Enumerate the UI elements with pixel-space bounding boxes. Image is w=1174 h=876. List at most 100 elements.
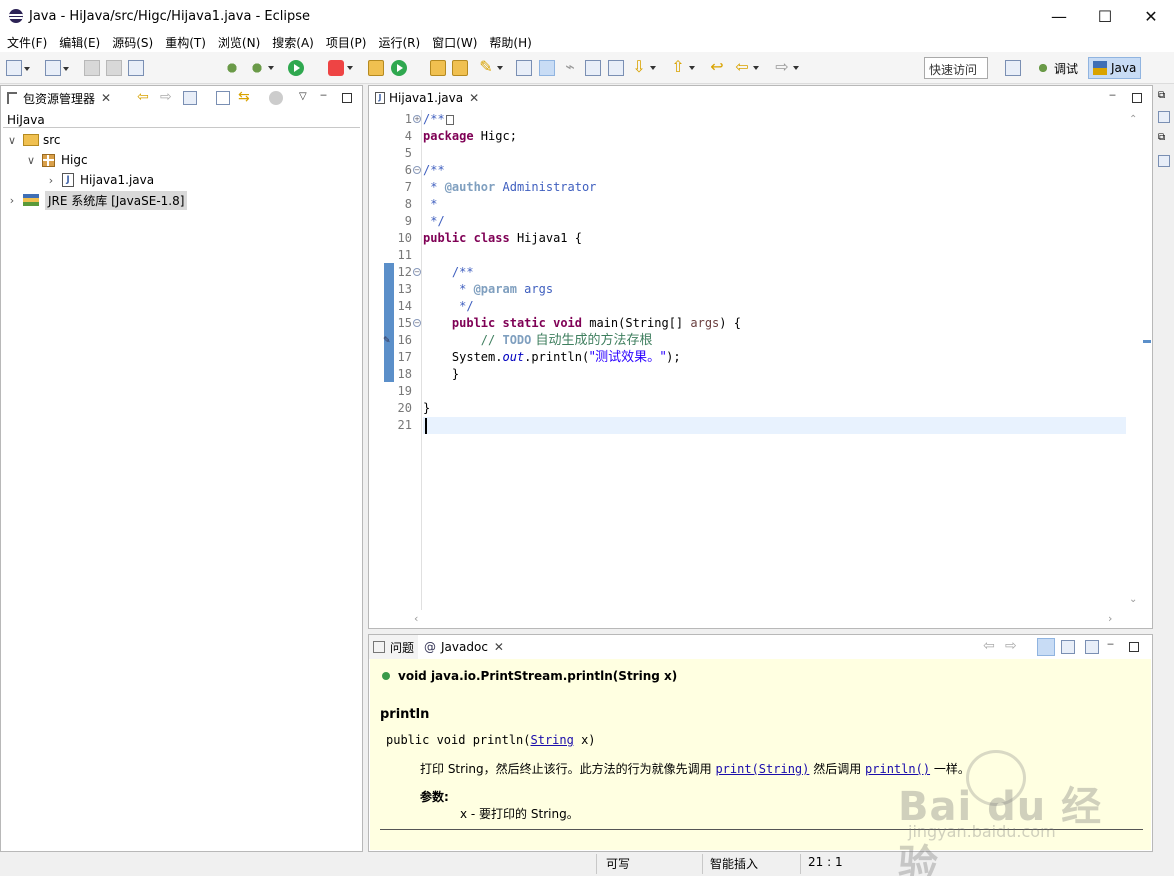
back-nav-icon[interactable]: ⇦ [137,90,151,105]
menu-window[interactable]: 窗口(W) [427,34,484,51]
back-icon[interactable]: ⇦ [734,59,759,76]
open-type-icon[interactable] [430,60,446,76]
maximize-button[interactable]: ☐ [1082,0,1128,32]
menu-run[interactable]: 运行(R) [373,34,427,51]
back-icon[interactable]: ⇦ [983,639,997,654]
tree-item-hijava1-java[interactable]: › J Hijava1.java [46,170,154,190]
highlight-icon[interactable] [539,60,555,76]
fold-collapse-icon[interactable]: − [413,268,421,276]
forward-icon[interactable]: ⇨ [774,59,799,76]
perspective-java[interactable]: Java [1088,57,1142,79]
menu-edit[interactable]: 编辑(E) [54,34,107,51]
open-attached-javadoc-icon[interactable] [1061,640,1075,654]
maximize-editor-icon[interactable] [1132,93,1142,103]
fold-collapse-icon[interactable]: − [413,319,421,327]
close-icon[interactable]: ✕ [101,91,111,105]
maximize-view-icon[interactable] [1129,642,1139,652]
twisty-icon[interactable]: ∨ [26,154,36,167]
restore-icon[interactable]: ⧉ [1158,91,1170,103]
up-icon[interactable] [183,91,197,105]
link-editor-icon[interactable]: ⇆ [238,90,252,105]
run-icon[interactable] [288,60,304,76]
link-with-selection-icon[interactable] [1037,638,1055,656]
tab-javadoc[interactable]: @ Javadoc ✕ [418,635,510,659]
change-ruler-marker [384,263,394,382]
overview-marker[interactable] [1143,340,1151,343]
minimize-button[interactable]: — [1036,0,1082,32]
menu-refactor[interactable]: 重构(T) [160,34,213,51]
forward-nav-icon[interactable]: ⇨ [160,90,174,105]
prev-annotation-icon[interactable]: ⇧ [670,59,695,76]
menu-file[interactable]: 文件(F) [2,34,54,51]
tree-item-higc[interactable]: ∨ Higc [26,150,88,170]
param-description: x - 要打印的 String。 [460,807,579,821]
vertical-scrollbar[interactable]: ⌃ ⌄ [1127,110,1141,610]
skip-breakpoints-icon[interactable] [224,60,240,76]
maximize-view-icon[interactable] [342,93,352,103]
twisty-icon[interactable]: › [46,174,56,187]
last-edit-icon[interactable]: ↩ [709,59,725,76]
scroll-left-icon[interactable]: ‹ [414,612,418,625]
menu-navigate[interactable]: 浏览(N) [213,34,267,51]
open-declaration-icon[interactable] [1085,640,1099,654]
tree-item-jre-library[interactable]: › JRE 系统库 [JavaSE-1.8] [7,190,188,210]
new-icon[interactable] [6,60,30,76]
perspective-debug[interactable]: 调试 [1032,57,1082,79]
tree-item-src[interactable]: ∨ src [7,130,61,150]
twisty-icon[interactable]: ∨ [7,134,17,147]
string-link[interactable]: String [531,733,574,747]
focus-icon[interactable] [269,91,283,105]
menu-help[interactable]: 帮助(H) [484,34,538,51]
open-folder-icon[interactable] [452,60,468,76]
restore-icon[interactable]: ⧉ [1158,133,1170,145]
close-icon[interactable]: ✕ [494,640,504,654]
external-tools-icon[interactable] [328,60,353,76]
package-icon [42,153,55,167]
fold-expand-icon[interactable]: + [413,115,421,123]
tab-hijava1-java[interactable]: J Hijava1.java ✕ [369,86,486,110]
print-icon[interactable] [128,60,144,76]
minimize-view-icon[interactable]: ‒ [320,89,334,105]
next-annotation-icon[interactable]: ⇩ [631,59,656,76]
open-perspective-icon[interactable] [1005,60,1021,76]
show-source-icon[interactable] [608,60,624,76]
code-editor[interactable]: ✎ 1 + 4 5 6 − 7 8 9 10 11 12 − 13 14 15 … [382,110,1126,610]
task-list-icon[interactable] [1158,155,1170,167]
scroll-up-icon[interactable]: ⌃ [1129,114,1137,125]
code-text[interactable]: /** package Higc; /** * @author Administ… [423,110,1126,610]
horizontal-scrollbar[interactable]: ‹ › [382,611,1126,626]
save-all-icon[interactable] [106,60,122,76]
close-icon[interactable]: ✕ [469,91,479,105]
new-window-icon[interactable] [45,60,69,76]
twisty-icon[interactable]: › [7,194,17,207]
menu-search[interactable]: 搜索(A) [267,34,321,51]
tab-package-explorer[interactable]: 包资源管理器 ✕ [1,86,118,110]
tab-problems[interactable]: 问题 [369,635,419,659]
new-java-project-icon[interactable] [368,60,384,76]
overview-ruler[interactable] [1141,110,1153,610]
print-string-link[interactable]: print(String) [715,762,809,776]
forward-icon[interactable]: ⇨ [1005,639,1019,654]
view-menu-icon[interactable]: ▽ [299,91,313,105]
fold-collapse-icon[interactable]: − [413,166,421,174]
save-icon[interactable] [84,60,100,76]
new-class-icon[interactable] [391,60,407,76]
outline-view-icon[interactable] [1158,111,1170,123]
debug-icon[interactable] [249,60,274,76]
main-toolbar: ✎ ⌁ ⇩ ⇧ ↩ ⇦ ⇨ [0,52,1174,84]
menu-project[interactable]: 项目(P) [321,34,374,51]
scroll-down-icon[interactable]: ⌄ [1129,594,1137,605]
quick-access-input[interactable]: 快速访问 [924,57,988,79]
window-title: Java - HiJava/src/Higc/Hijava1.java - Ec… [29,8,310,24]
collapse-all-icon[interactable] [216,91,230,105]
menu-source[interactable]: 源码(S) [107,34,160,51]
minimize-view-icon[interactable]: ‒ [1107,638,1121,654]
show-whitespace-icon[interactable] [585,60,601,76]
minimize-editor-icon[interactable]: ‒ [1109,89,1123,105]
block-selection-icon[interactable]: ⌁ [562,59,578,76]
search-icon[interactable]: ✎ [478,59,503,76]
toggle-mark-icon[interactable] [516,60,532,76]
scroll-right-icon[interactable]: › [1108,612,1112,625]
folded-comment-icon[interactable] [445,114,454,125]
close-window-button[interactable]: ✕ [1128,0,1174,32]
